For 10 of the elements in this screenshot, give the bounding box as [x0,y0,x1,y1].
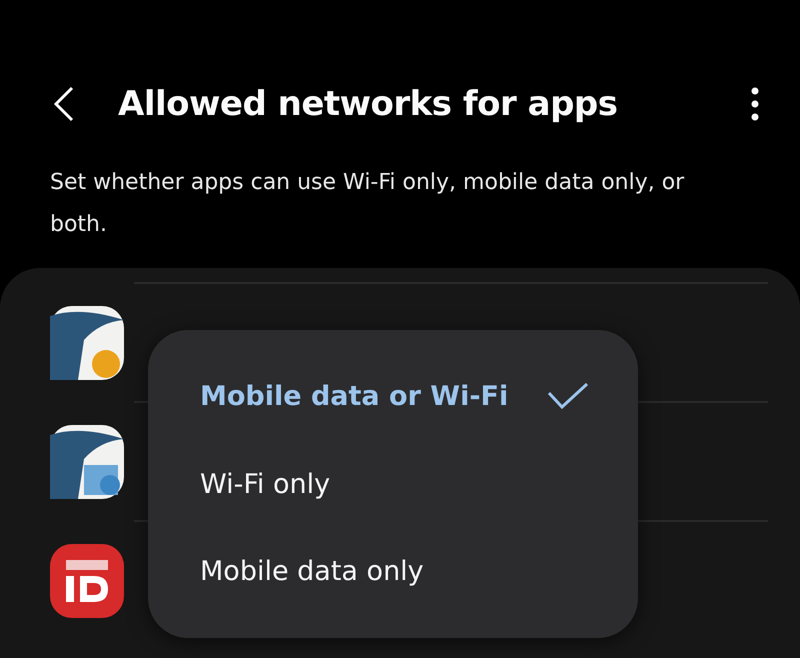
page-title: Allowed networks for apps [118,84,618,124]
more-options-icon[interactable] [750,86,760,122]
app-icon[interactable] [50,424,124,498]
menu-option[interactable]: Mobile data or Wi-Fi [200,374,638,418]
app-icon[interactable] [50,544,124,618]
app-icon[interactable] [50,306,124,380]
description-text: Set whether apps can use Wi-Fi only, mobile data only, or both. [49,169,686,239]
menu-option[interactable]: Wi-Fi only [200,462,638,506]
check-icon [546,381,590,412]
menu-option[interactable]: Mobile data only [200,550,638,594]
